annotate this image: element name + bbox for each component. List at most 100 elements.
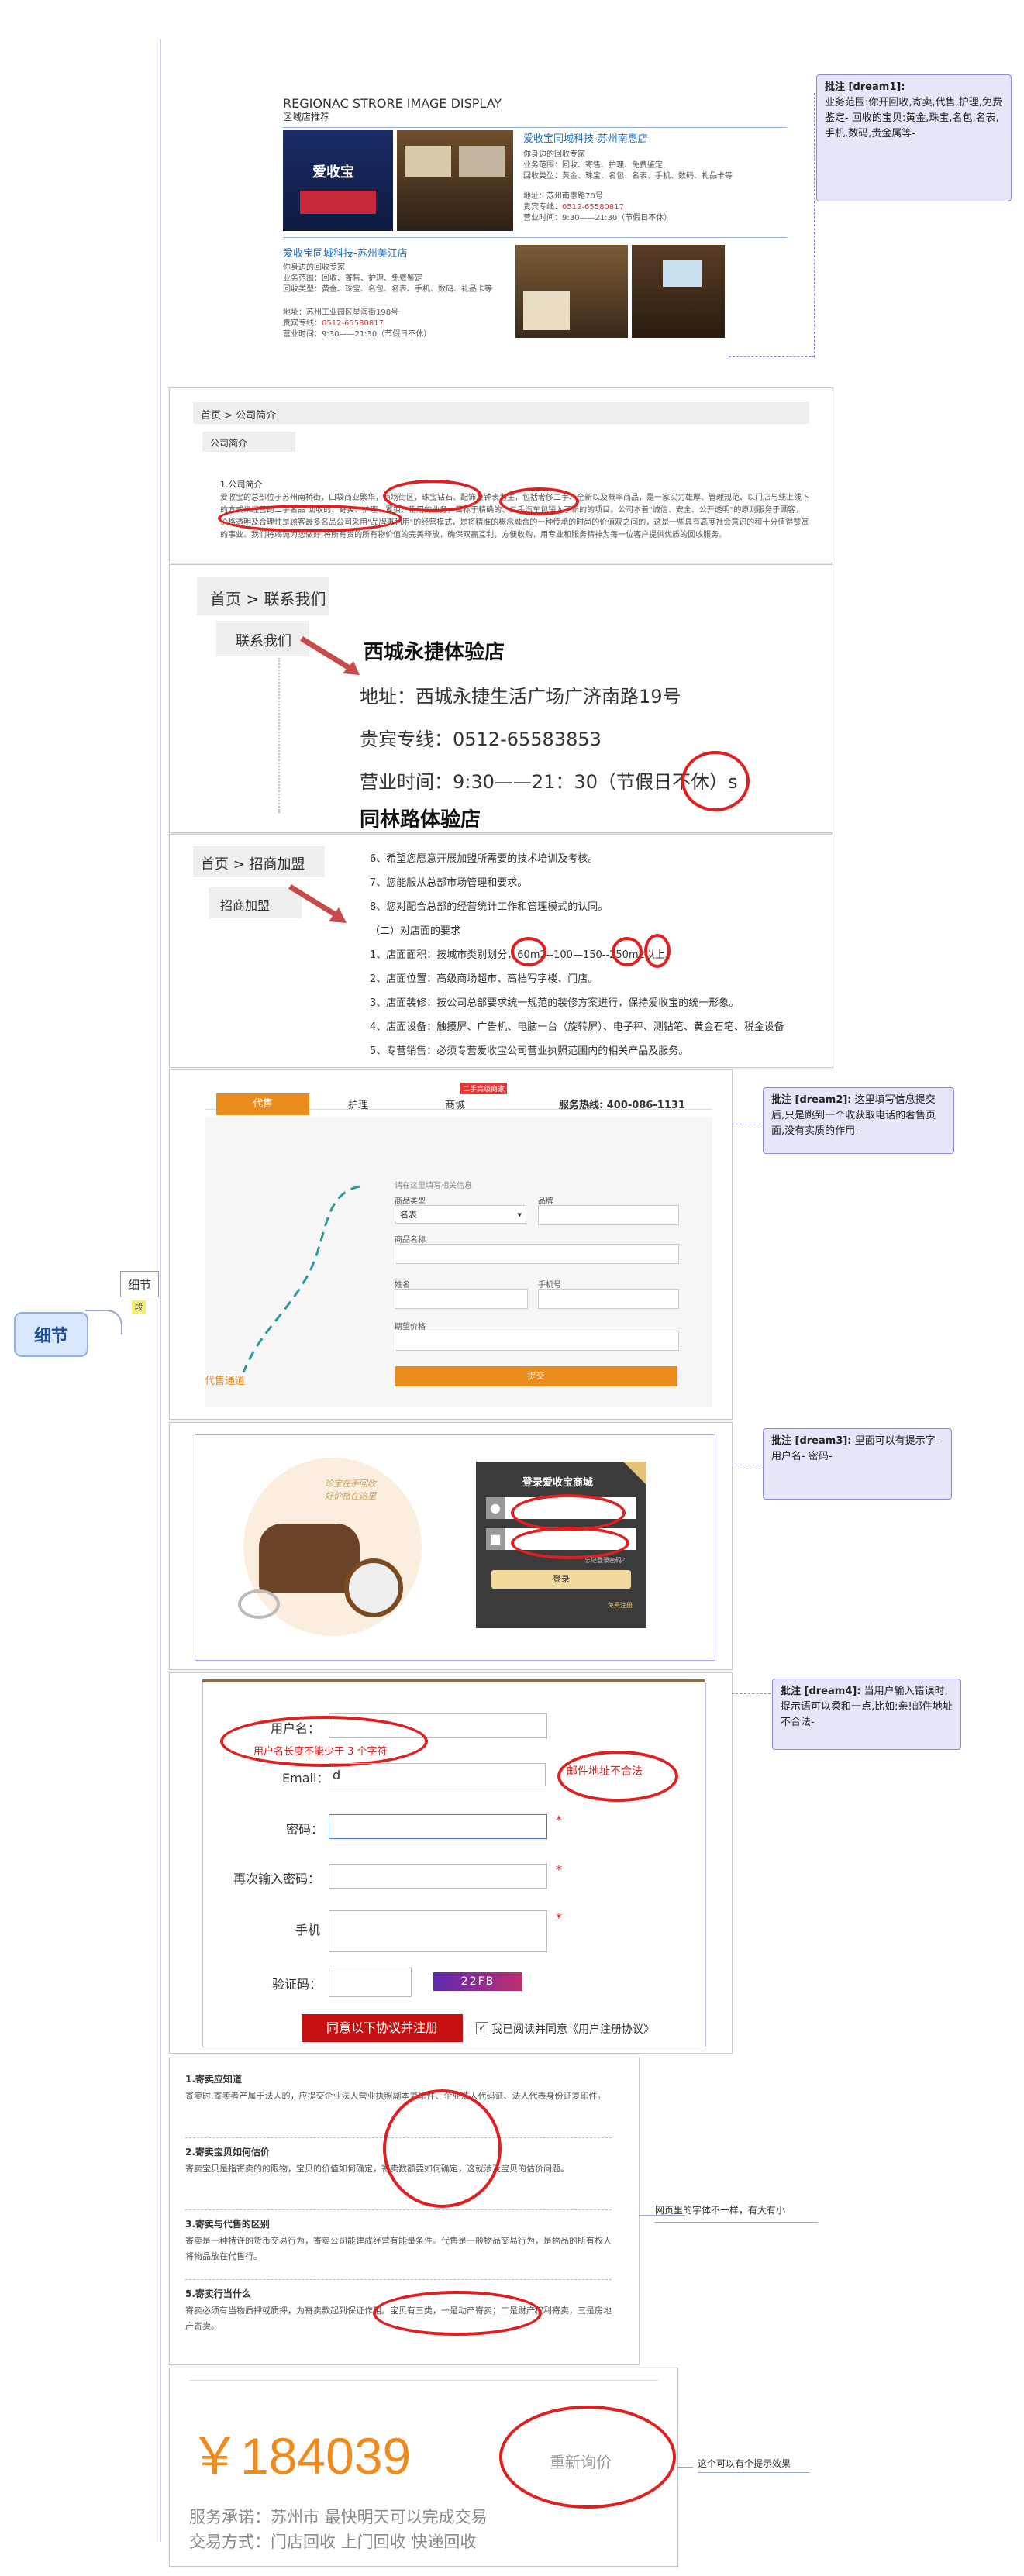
- franchise-item: 5、专营销售：必须专营爱收宝公司营业执照范围内的相关产品及服务。: [370, 1045, 689, 1057]
- note2-title: 批注 [dream2]:: [771, 1094, 852, 1106]
- store2-name[interactable]: 爱收宝同城科技-苏州美江店: [283, 245, 408, 260]
- comment-note-4: 批注 [dream4]: 当用户输入错误时,提示语可以柔和一点,比如:亲!邮件地…: [772, 1679, 961, 1750]
- contact-breadcrumb[interactable]: 首页 > 联系我们: [210, 587, 326, 609]
- field-label-person: 姓名: [395, 1281, 410, 1290]
- price-input[interactable]: [395, 1331, 679, 1351]
- company-intro-panel: 首页 > 公司简介 公司简介 1.公司简介 爱收宝的总部位于苏州南桥街，口袋商业…: [169, 387, 833, 563]
- mindmap-branch-node[interactable]: 细节: [120, 1271, 159, 1297]
- intro-para-3: 将所有贵的所有物价值的完美释放，确保双赢互利，方便收购，用专业和服务精神为每一位…: [323, 531, 727, 539]
- reg-password-input[interactable]: [329, 1814, 547, 1839]
- store2-goods-label: 回收类型：: [283, 285, 322, 294]
- submit-button[interactable]: 提交: [395, 1366, 677, 1386]
- store1-tagline: 你身边的回收专家: [523, 150, 585, 159]
- contact-panel: 首页 > 联系我们 联系我们 西城永捷体验店 地址：西城永捷生活广场广济南路19…: [169, 564, 833, 833]
- annotation-circle: [499, 487, 579, 515]
- faq-panel: 1.寄卖应知道 寄卖时,寄卖者产属于法人的，应提交企业法人营业执照副本复印件、企…: [169, 2058, 640, 2365]
- franchise-item: 4、店面设备：触摸屏、广告机、电脑一台（旋转屏）、电子秤、测钻笔、黄金石笔、税金…: [370, 1021, 784, 1033]
- required-mark: *: [556, 1862, 562, 1877]
- brand-input[interactable]: [538, 1205, 679, 1225]
- name-input[interactable]: [395, 1289, 528, 1309]
- comment-note-6: 这个可以有个提示效果: [698, 2457, 810, 2473]
- note3-title: 批注 [dream3]:: [771, 1435, 852, 1447]
- intro-tab[interactable]: 公司简介: [210, 436, 247, 449]
- store2-goods: 黄金、珠宝、名包、名表、手机、数码、礼品卡等: [322, 285, 492, 294]
- store1-goods: 黄金、珠宝、名包、名表、手机、数码、礼品卡等: [562, 172, 733, 181]
- contact-tab[interactable]: 联系我们: [236, 630, 291, 650]
- phone-input[interactable]: [538, 1289, 679, 1309]
- note3-connector: [732, 1465, 763, 1467]
- annotation-circle: [373, 2291, 542, 2336]
- product-name-input[interactable]: [395, 1244, 679, 1264]
- note6-connector: [677, 2467, 693, 2469]
- branch-badge: 段: [132, 1300, 146, 1314]
- mall-badge: 二手高级商家: [460, 1083, 508, 1094]
- annotation-circle: [499, 2406, 676, 2509]
- register-submit-button[interactable]: 同意以下协议并注册: [302, 2014, 463, 2042]
- franchise-breadcrumb[interactable]: 首页 > 招商加盟: [201, 853, 305, 873]
- store-heading-cn: 区域店推荐: [283, 112, 330, 122]
- intro-section-title: 1.公司简介: [220, 480, 263, 490]
- reg-phone-input[interactable]: [329, 1910, 547, 1952]
- annotation-circle: [383, 2089, 502, 2208]
- login-button[interactable]: 登录: [491, 1570, 631, 1589]
- store1-photo: 爱收宝: [283, 130, 393, 231]
- trade-methods: 交易方式：门店回收 上门回收 快递回收: [189, 2533, 477, 2551]
- store2-photo-2: [632, 245, 725, 338]
- chevron-down-icon: ▾: [517, 1210, 522, 1220]
- captcha-image[interactable]: 22FB: [433, 1972, 522, 1991]
- confirm-password-input[interactable]: [329, 1864, 547, 1889]
- comment-note-3: 批注 [dream3]: 里面可以有提示字- 用户名- 密码-: [763, 1428, 952, 1500]
- mindmap-root-node[interactable]: 细节: [14, 1312, 88, 1357]
- ring-image: [238, 1589, 280, 1619]
- store2-hours: 9:30——21:30（节假日不休）: [322, 330, 432, 339]
- lock-icon: ■: [486, 1528, 505, 1550]
- forgot-password-link[interactable]: 忘记登录密码？: [584, 1556, 628, 1565]
- captcha-label: 验证码：: [272, 1977, 322, 1992]
- store-logo-sign: 爱收宝: [312, 164, 354, 181]
- franchise-item: 1、店面面积：按城市类别划分，60m2--100—150--250m2以上。: [370, 949, 675, 961]
- note1-title: 批注 [dream1]:: [825, 81, 905, 93]
- login-title: 登录爱收宝商城: [522, 1477, 594, 1489]
- note4-connector: [732, 1693, 771, 1696]
- note6-text: 这个可以有个提示效果: [698, 2458, 791, 2469]
- store1-goods-label: 回收类型：: [523, 172, 562, 181]
- price-panel: ￥184039 重新询价 服务承诺：苏州市 最快明天可以完成交易 交易方式：门店…: [169, 2368, 678, 2567]
- store1-title: 西城永捷体验店: [364, 641, 505, 664]
- annotation-circle: [511, 937, 546, 966]
- store2-tagline: 你身边的回收专家: [283, 263, 345, 272]
- franchise-tab[interactable]: 招商加盟: [220, 895, 270, 914]
- comment-note-5: 网页里的字体不一样，有大有小: [655, 2203, 818, 2223]
- required-mark: *: [556, 1910, 562, 1925]
- field-label-name: 商品名称: [395, 1236, 426, 1245]
- franchise-item: （二）对店面的要求: [370, 925, 461, 937]
- field-label-price: 期望价格: [395, 1323, 426, 1331]
- store2-hours-label: 营业时间：: [283, 330, 322, 339]
- comment-note-2: 批注 [dream2]: 这里填写信息提交后,只是跳到一个收获取电话的奢售页面,…: [763, 1087, 954, 1154]
- phone-label: 手机: [295, 1923, 321, 1937]
- note1-body: 业务范围:你开回收,寄卖,代售,护理,免费鉴定- 回收的宝贝:黄金,珠宝,名包,…: [825, 97, 1002, 139]
- type-select-value: 名表: [400, 1210, 417, 1220]
- annotation-circle: [511, 1494, 626, 1531]
- faq-section-title: 3.寄卖与代售的区别: [185, 2219, 270, 2230]
- captcha-input[interactable]: [329, 1968, 412, 1997]
- email-input[interactable]: d: [329, 1763, 546, 1786]
- franchise-item: 8、您对配合总部的经营统计工作和管理模式的认同。: [370, 901, 609, 913]
- type-select[interactable]: 名表 ▾: [395, 1205, 526, 1224]
- tab-care[interactable]: 护理: [348, 1097, 368, 1111]
- dashed-curve: [242, 1185, 360, 1373]
- agree-checkbox[interactable]: ✓: [476, 2022, 488, 2034]
- faq-section-title: 1.寄卖应知道: [185, 2074, 242, 2085]
- arrow-icon: [300, 636, 360, 675]
- register-link[interactable]: 免费注册: [608, 1601, 633, 1610]
- agree-text[interactable]: 我已阅读并同意《用户注册协议》: [491, 2021, 654, 2037]
- intro-breadcrumb[interactable]: 首页 > 公司简介: [201, 407, 276, 422]
- store1-hours: 9:30——21:30（节假日不休）: [562, 214, 672, 222]
- corner-ribbon: [623, 1462, 646, 1485]
- tab-mall[interactable]: 商城: [445, 1097, 465, 1111]
- store1-name[interactable]: 爱收宝同城科技-苏州南惠店: [523, 130, 648, 145]
- contact-tel: 贵宾专线：0512-65583853: [360, 728, 602, 750]
- register-panel: 用户名： 用户名长度不能少于 3 个字符 Email： d 邮件地址不合法 密码…: [169, 1672, 733, 2054]
- tab-consign[interactable]: 代售: [216, 1093, 309, 1115]
- annotation-circle: [383, 480, 482, 512]
- faq-section-body: 寄卖是一种特许的货币交易行为，寄卖公司能建成经营有能量条件。代售是一般物品交易行…: [185, 2236, 612, 2261]
